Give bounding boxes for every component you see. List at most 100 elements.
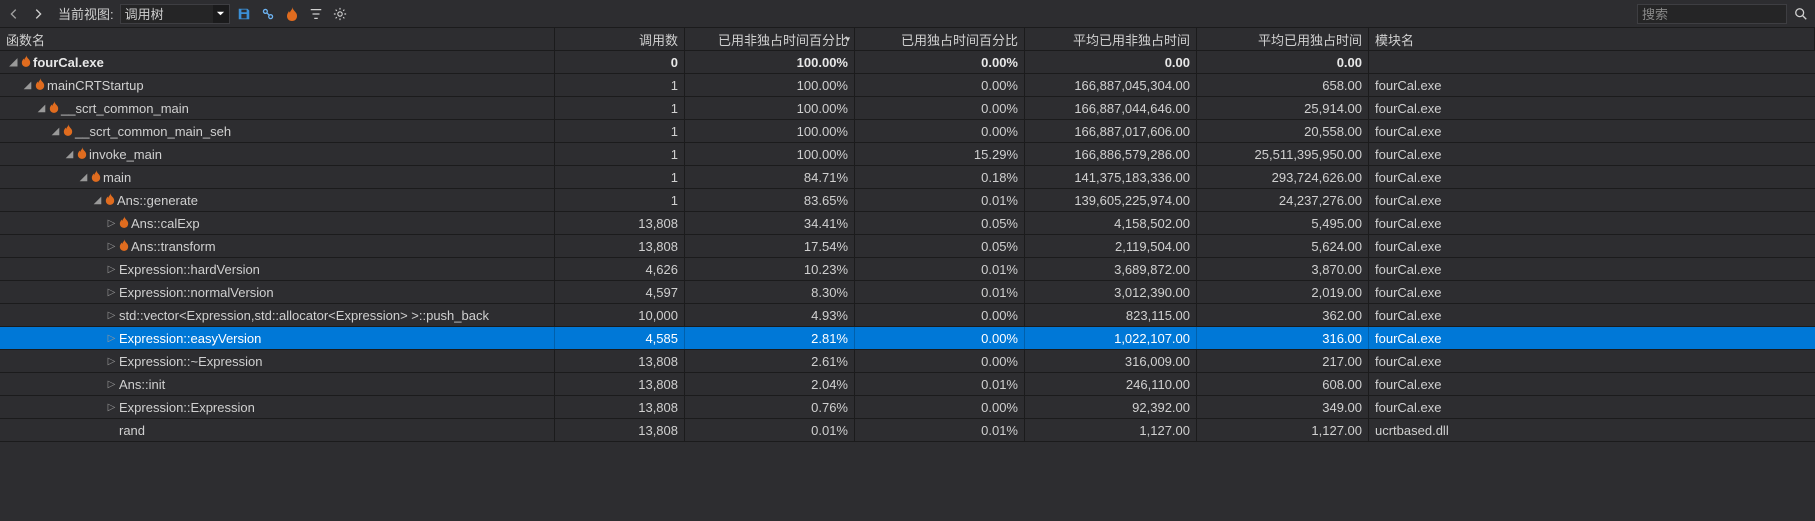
cell-avex: 3,870.00 [1197,258,1369,280]
cell-mod: fourCal.exe [1369,373,1815,395]
save-icon[interactable] [234,4,254,24]
view-select[interactable]: 调用树 [120,4,230,24]
cell-avel: 3,689,872.00 [1025,258,1197,280]
search-icon[interactable] [1791,4,1811,24]
nav-back-icon[interactable] [4,4,24,24]
expander-open-icon[interactable]: ◢ [78,172,89,183]
cell-function: ◢__scrt_common_main_seh [0,120,555,142]
cell-excl: 0.01% [855,373,1025,395]
table-row[interactable]: ▷Ans::calExp13,80834.41%0.05%4,158,502.0… [0,212,1815,235]
expander-open-icon[interactable]: ◢ [22,80,33,91]
filter-icon[interactable] [306,4,326,24]
cell-elap: 0.76% [685,396,855,418]
cell-avex: 293,724,626.00 [1197,166,1369,188]
table-row[interactable]: ◢Ans::generate183.65%0.01%139,605,225,97… [0,189,1815,212]
cell-avex: 316.00 [1197,327,1369,349]
expander-open-icon[interactable]: ◢ [36,103,47,114]
cell-elap: 83.65% [685,189,855,211]
cell-elap: 8.30% [685,281,855,303]
cell-avel: 92,392.00 [1025,396,1197,418]
cell-avel: 141,375,183,336.00 [1025,166,1197,188]
table-row[interactable]: rand13,8080.01%0.01%1,127.001,127.00ucrt… [0,419,1815,442]
expander-closed-icon[interactable]: ▷ [106,287,117,298]
cell-function: ▷Expression::normalVersion [0,281,555,303]
function-name: Ans::generate [117,193,198,208]
expander-closed-icon[interactable]: ▷ [106,310,117,321]
cell-mod: fourCal.exe [1369,350,1815,372]
table-row[interactable]: ▷Expression::Expression13,8080.76%0.00%9… [0,396,1815,419]
expander-closed-icon[interactable]: ▷ [106,356,117,367]
expander-open-icon[interactable]: ◢ [92,195,103,206]
table-row[interactable]: ▷Expression::normalVersion4,5978.30%0.01… [0,281,1815,304]
expander-open-icon[interactable]: ◢ [50,126,61,137]
cell-calls: 1 [555,189,685,211]
link-icon[interactable] [258,4,278,24]
cell-mod [1369,51,1815,73]
table-row[interactable]: ▷Expression::easyVersion4,5852.81%0.00%1… [0,327,1815,350]
function-name: rand [119,423,145,438]
col-calls[interactable]: 调用数 [555,28,685,50]
function-name: fourCal.exe [33,55,104,70]
expander-closed-icon[interactable]: ▷ [106,241,117,252]
cell-calls: 1 [555,166,685,188]
cell-calls: 13,808 [555,350,685,372]
table-row[interactable]: ▷std::vector<Expression,std::allocator<E… [0,304,1815,327]
function-name: __scrt_common_main [61,101,189,116]
cell-calls: 1 [555,74,685,96]
col-avg-elapsed-inclusive[interactable]: 平均已用非独占时间 [1025,28,1197,50]
cell-elap: 17.54% [685,235,855,257]
cell-mod: fourCal.exe [1369,74,1815,96]
hot-path-flame-icon [119,216,129,231]
expander-closed-icon[interactable]: ▷ [106,333,117,344]
expander-closed-icon[interactable]: ▷ [106,402,117,413]
cell-excl: 0.00% [855,396,1025,418]
search-input[interactable]: 搜索 [1637,4,1787,24]
expander-closed-icon[interactable]: ▷ [106,218,117,229]
expander-open-icon[interactable]: ◢ [64,149,75,160]
col-function-name[interactable]: 函数名 [0,28,555,50]
cell-mod: fourCal.exe [1369,212,1815,234]
cell-function: ◢ main [0,166,555,188]
col-elapsed-exclusive-pct[interactable]: 已用独占时间百分比 [855,28,1025,50]
cell-function: ▷Ans::init [0,373,555,395]
cell-avex: 349.00 [1197,396,1369,418]
col-module[interactable]: 模块名 [1369,28,1815,50]
cell-function: ▷Expression::~Expression [0,350,555,372]
function-name: main [103,170,131,185]
cell-mod: fourCal.exe [1369,281,1815,303]
cell-function: rand [0,419,555,441]
cell-calls: 13,808 [555,396,685,418]
table-row[interactable]: ◢__scrt_common_main_seh1100.00%0.00%166,… [0,120,1815,143]
function-name: Expression::normalVersion [119,285,274,300]
cell-avex: 25,914.00 [1197,97,1369,119]
cell-function: ◢ Ans::generate [0,189,555,211]
cell-avel: 166,887,045,304.00 [1025,74,1197,96]
cell-avel: 4,158,502.00 [1025,212,1197,234]
gear-icon[interactable] [330,4,350,24]
table-row[interactable]: ▷Expression::hardVersion4,62610.23%0.01%… [0,258,1815,281]
table-row[interactable]: ◢mainCRTStartup1100.00%0.00%166,887,045,… [0,74,1815,97]
table-row[interactable]: ▷Expression::~Expression13,8082.61%0.00%… [0,350,1815,373]
col-avg-elapsed-exclusive[interactable]: 平均已用独占时间 [1197,28,1369,50]
table-row[interactable]: ▷Ans::init13,8082.04%0.01%246,110.00608.… [0,373,1815,396]
table-row[interactable]: ▷Ans::transform13,80817.54%0.05%2,119,50… [0,235,1815,258]
table-row[interactable]: ◢__scrt_common_main1100.00%0.00%166,887,… [0,97,1815,120]
table-row[interactable]: ◢main184.71%0.18%141,375,183,336.00293,7… [0,166,1815,189]
expander-open-icon[interactable]: ◢ [8,57,19,68]
cell-excl: 0.01% [855,281,1025,303]
cell-elap: 84.71% [685,166,855,188]
table-row[interactable]: ◢fourCal.exe0100.00%0.00%0.000.00 [0,51,1815,74]
table-row[interactable]: ◢invoke_main1100.00%15.29%166,886,579,28… [0,143,1815,166]
cell-function: ▷Expression::easyVersion [0,327,555,349]
cell-avel: 246,110.00 [1025,373,1197,395]
cell-calls: 1 [555,97,685,119]
cell-mod: fourCal.exe [1369,97,1815,119]
col-elapsed-inclusive-pct[interactable]: 已用非独占时间百分比 ▾ [685,28,855,50]
cell-elap: 2.81% [685,327,855,349]
hot-path-icon[interactable] [282,4,302,24]
expander-closed-icon[interactable]: ▷ [106,264,117,275]
cell-avex: 5,624.00 [1197,235,1369,257]
expander-closed-icon[interactable]: ▷ [106,379,117,390]
nav-forward-icon[interactable] [28,4,48,24]
hot-path-flame-icon [63,124,73,139]
